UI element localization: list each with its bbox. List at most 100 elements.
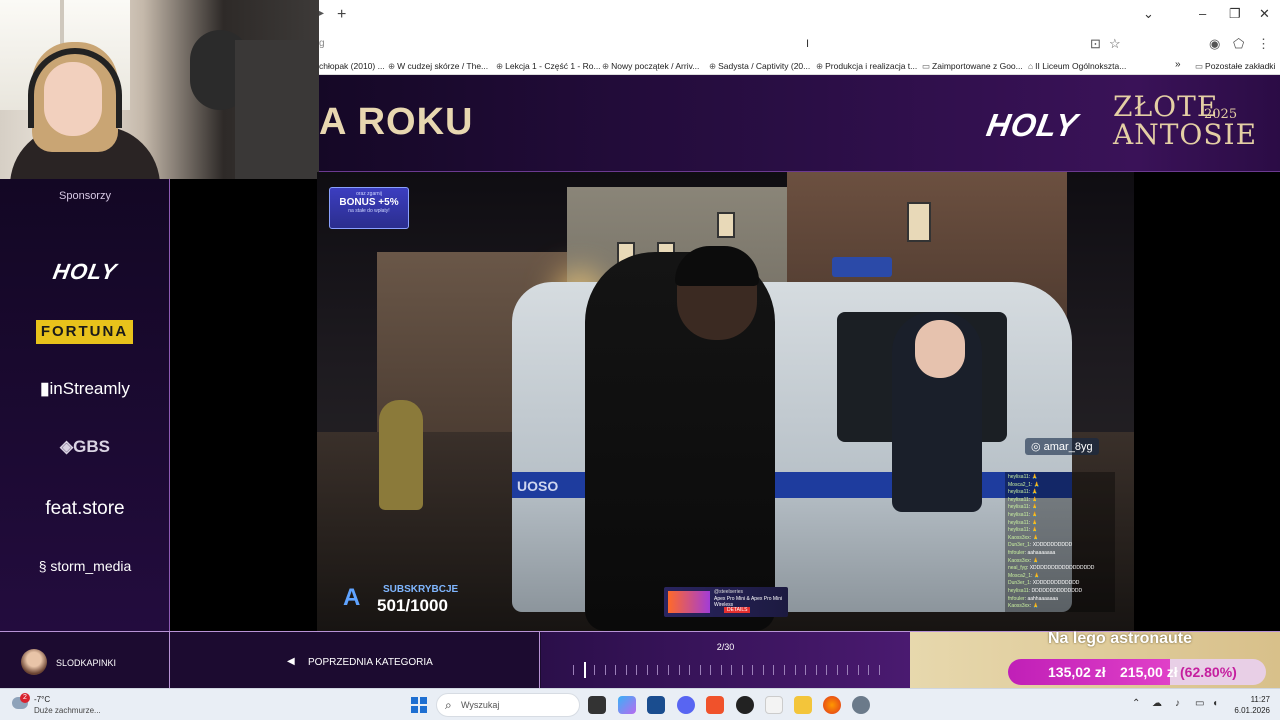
progress-tick <box>626 665 627 675</box>
progress-tick <box>763 665 764 675</box>
subscriptions-counter: A SUBSKRYBCJE 501/1000 <box>339 576 463 620</box>
profile-icon[interactable]: ◉ <box>1209 36 1220 52</box>
tray-overflow-icon[interactable]: ⌃ <box>1132 698 1140 709</box>
sponsor-gbs: ◈GBS <box>0 437 170 457</box>
tab-scroll-icon[interactable]: ▸ <box>319 8 324 19</box>
extensions-icon[interactable]: ⬠ <box>1233 36 1244 52</box>
progress-tick <box>742 665 743 675</box>
volume-icon[interactable]: ◖ <box>1212 698 1218 709</box>
task-view-icon[interactable] <box>588 696 606 714</box>
progress-tick <box>879 665 880 675</box>
bookmark-item[interactable]: ⊕ Lekcja 1 - Część 1 - Ro... <box>496 61 601 72</box>
start-button[interactable] <box>411 697 427 713</box>
chat-user: Mosca2_1 <box>1008 572 1032 579</box>
bookmark-label: chłopak (2010) ... <box>319 61 385 71</box>
progress-tick <box>710 665 711 675</box>
bookmark-item[interactable]: ⌂ II Liceum Ogólnokszta... <box>1028 61 1126 71</box>
school-icon: ⌂ <box>1028 61 1034 71</box>
goal-title: Na lego astronaute <box>1048 630 1193 647</box>
copilot-icon[interactable] <box>618 696 636 714</box>
maximize-button[interactable]: ❐ <box>1229 6 1241 22</box>
bookmark-item[interactable]: ⊕ Sadysta / Captivity (20... <box>709 61 810 72</box>
folder-icon: ▭ <box>1195 61 1204 71</box>
globe-icon: ⊕ <box>496 61 504 71</box>
address-bar[interactable]: g <box>319 38 325 49</box>
subs-logo-icon: A <box>343 584 361 611</box>
bookmarks-overflow-icon[interactable]: » <box>1175 59 1181 70</box>
previous-category-label: POPRZEDNIA KATEGORIA <box>308 657 433 668</box>
notepad-icon[interactable] <box>765 696 783 714</box>
steelseries-promo: @steelseries Apex Pro Mini & Apex Pro Mi… <box>664 587 788 617</box>
bookmark-item[interactable]: ▭ Zaimportowane z Goo... <box>922 61 1023 72</box>
windows-logo-tile <box>420 697 427 704</box>
goal-current: 135,02 zł <box>1048 664 1106 680</box>
chat-message: Kaoss3xx: 🙏 <box>1008 534 1039 541</box>
sponsors-sidebar: Sponsorzy HOLY FORTUNA ▮inStreamly ◈GBS … <box>0 179 170 631</box>
install-app-icon[interactable]: ⊡ <box>1090 36 1101 52</box>
discord-icon[interactable] <box>677 696 695 714</box>
system-clock[interactable]: 11:27 6.01.2026 <box>1232 694 1270 716</box>
sponsor-gbs-label: GBS <box>73 437 110 456</box>
bookmark-item[interactable]: ⊕ Nowy początek / Arriv... <box>602 61 699 72</box>
browser-window: ▸ + ⌄ – ❐ ✕ g I ⊡ ☆ ◉ ⬠ ⋮ chłopak (2010)… <box>319 0 1280 75</box>
taskbar: 2 -7°C Duże zachmurze... ⌕ Wyszukaj ⌃ ☁ … <box>0 688 1280 720</box>
webcam-feed <box>0 0 319 179</box>
progress-tick <box>679 665 680 675</box>
building-window <box>907 202 931 242</box>
holy-logo: HOLY <box>983 107 1081 143</box>
tray-app-icon[interactable]: ☁ <box>1152 698 1162 709</box>
bookmark-item[interactable]: ⊕ Produkcja i realizacja t... <box>816 61 917 72</box>
progress-tick <box>752 665 753 675</box>
bookmark-item[interactable]: chłopak (2010) ... <box>319 61 385 71</box>
chat-text: 🙏 <box>1031 527 1038 534</box>
category-progress: 2/30 <box>541 632 910 689</box>
windows-logo-tile <box>420 706 427 713</box>
brave-icon[interactable] <box>706 696 724 714</box>
promo-badge: DETAILS <box>724 607 751 613</box>
event-year: 2025 <box>1204 107 1238 122</box>
bookmark-label: Lekcja 1 - Część 1 - Ro... <box>505 61 601 71</box>
menu-icon[interactable]: ⋮ <box>1257 36 1270 52</box>
file-explorer-icon[interactable] <box>794 696 812 714</box>
chat-user: Mosca2_1 <box>1008 481 1032 488</box>
firefox-icon[interactable] <box>823 696 841 714</box>
progress-tick <box>594 665 595 675</box>
chat-text: 🙏 <box>1032 603 1039 610</box>
microphone-icon[interactable]: ♪ <box>1175 698 1180 709</box>
chat-user: Dun3er_1 <box>1008 542 1030 549</box>
store-icon[interactable] <box>647 696 665 714</box>
address-toolbar: g I ⊡ ☆ ◉ ⬠ ⋮ <box>319 30 1280 58</box>
bonus-line2: BONUS +5% <box>339 197 399 208</box>
settings-gear-icon[interactable] <box>852 696 870 714</box>
chat-user: heylisa11 <box>1008 587 1029 594</box>
new-tab-button[interactable]: + <box>337 6 346 24</box>
network-icon[interactable]: ▭ <box>1195 698 1204 709</box>
gbs-diamond-icon: ◈ <box>60 437 74 456</box>
previous-category-button[interactable]: ◀ POPRZEDNIA KATEGORIA <box>171 632 540 689</box>
weather-widget[interactable]: 2 -7°C Duże zachmurze... <box>12 693 112 717</box>
bookmark-star-icon[interactable]: ☆ <box>1109 36 1121 52</box>
progress-tick <box>689 665 690 675</box>
subs-label: SUBSKRYBCJE <box>383 584 459 595</box>
bookmark-item[interactable]: ⊕ W cudzej skórze / The... <box>388 61 488 72</box>
taskbar-search[interactable]: ⌕ Wyszukaj <box>436 693 580 717</box>
chat-user: heylisa11 <box>1008 527 1029 534</box>
progress-tick <box>826 665 827 675</box>
chat-text: aahhaaaaaaa <box>1027 595 1059 602</box>
chat-message: neal_fyg: XDDDDDDDDDDDDDDDDD <box>1008 565 1095 572</box>
other-bookmarks[interactable]: ▭ Pozostałe zakładki <box>1195 61 1275 72</box>
storm-media-icon: § <box>38 558 51 574</box>
bookmark-label: Produkcja i realizacja t... <box>825 61 918 71</box>
van-lettering: UOSO <box>517 478 559 494</box>
close-button[interactable]: ✕ <box>1259 6 1270 22</box>
chat-message: heylisa11: 🙏 <box>1008 527 1038 534</box>
progress-tick <box>847 665 848 675</box>
progress-tick <box>837 665 838 675</box>
progress-tick <box>795 665 796 675</box>
promo-line1: @steelseries <box>714 589 743 595</box>
tab-search-icon[interactable]: ⌄ <box>1143 6 1154 22</box>
minimize-button[interactable]: – <box>1199 6 1206 21</box>
globe-icon: ⊕ <box>709 61 717 71</box>
streamer-username: SLODKAPINKI <box>56 658 117 668</box>
github-icon[interactable] <box>736 696 754 714</box>
